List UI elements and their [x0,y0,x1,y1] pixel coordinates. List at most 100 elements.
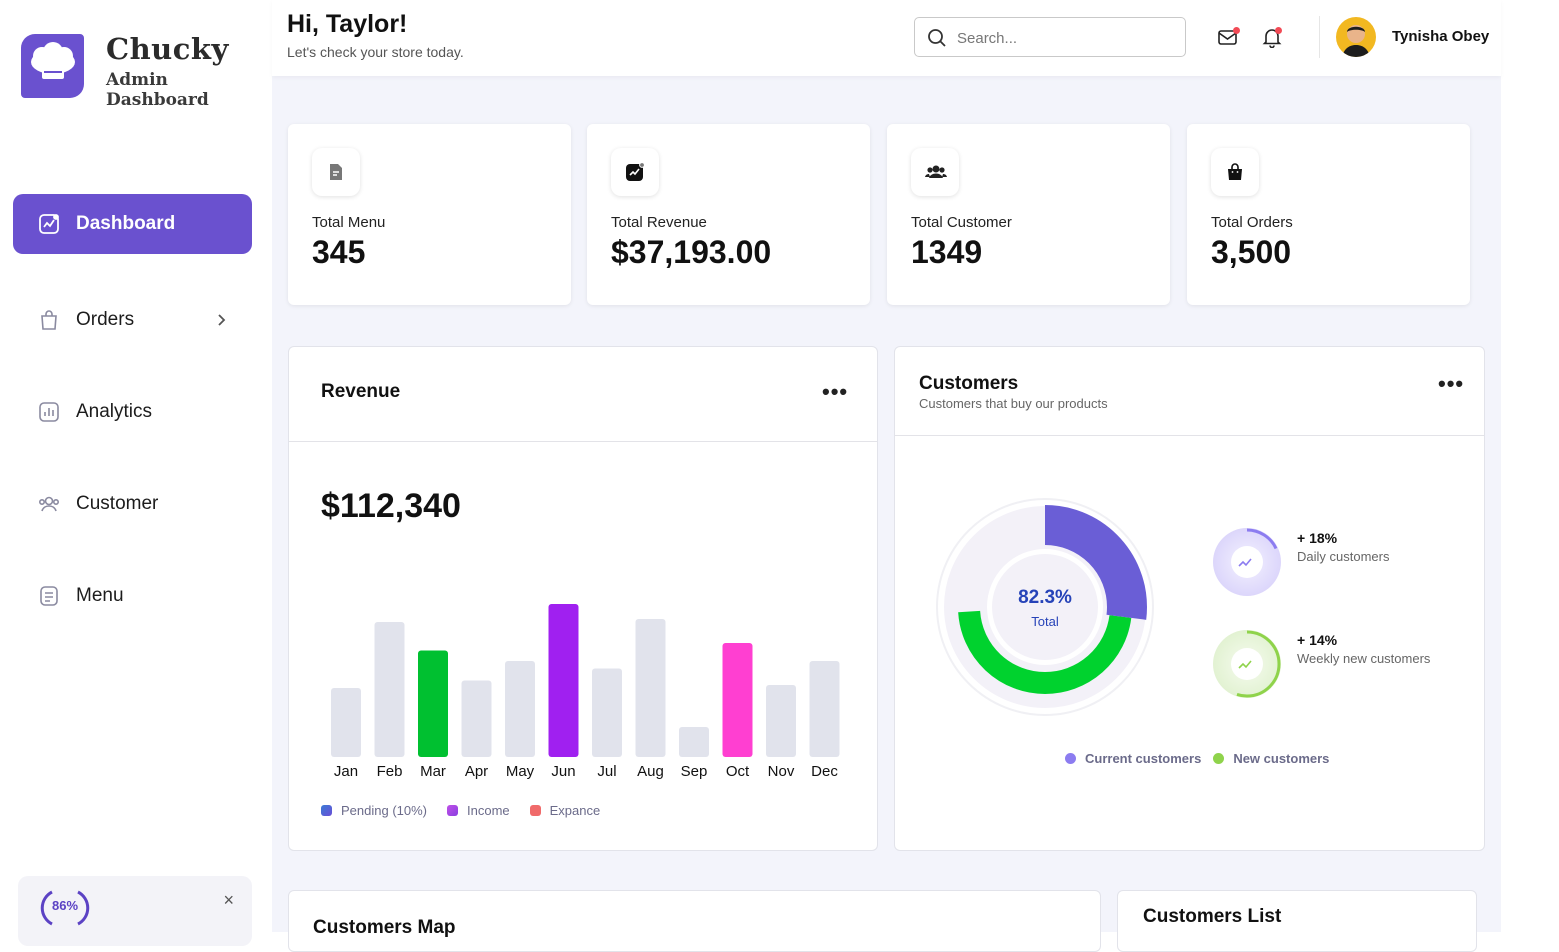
more-options-icon[interactable]: ••• [822,381,848,403]
stat-value: 3,500 [1211,234,1292,270]
stat-card-total-customer: Total Customer 1349 [887,124,1170,305]
shopping-bag-icon [1211,148,1259,196]
stat-card-total-menu: Total Menu 345 [288,124,571,305]
sidebar-item-label: Orders [76,309,135,330]
more-options-icon[interactable]: ••• [1438,373,1464,395]
sidebar-item-orders[interactable]: Orders [13,290,252,350]
customers-subtitle: Customers that buy our products [919,396,1108,411]
revenue-legend: Pending (10%) Income Expance [321,803,620,818]
stat-value: 345 [312,234,366,270]
legend-label: Pending (10%) [341,803,427,818]
revenue-panel: Revenue ••• $112,340 Jan Feb Mar Apr May Jun J… [288,346,878,851]
daily-customers-label: Daily customers [1297,549,1390,564]
legend-dot [1213,753,1225,764]
top-bar: Hi, Taylor! Let's check your store today… [272,0,1501,76]
revenue-icon [611,148,659,196]
legend-swatch [447,805,458,816]
donut-label: Total [1031,614,1059,629]
sidebar-item-menu[interactable]: Menu [13,566,252,626]
x-tick-label: Nov [768,763,795,780]
x-tick-label: Jul [597,763,616,780]
bar-dec [809,661,840,757]
bar-oct [722,643,753,757]
legend-label: Current customers [1085,751,1202,766]
close-icon[interactable]: × [223,890,234,911]
customers-map-panel: Customers Map [288,890,1101,952]
chevron-right-icon [218,314,226,326]
divider [895,435,1484,436]
sidebar: Chucky Admin Dashboard Dashboard Orders … [0,0,272,946]
legend-label: Expance [549,803,601,818]
brand-subtitle: Admin Dashboard [106,70,209,110]
notification-dot [1233,27,1240,34]
search-icon [928,29,946,47]
sidebar-item-customer[interactable]: Customer [13,474,252,534]
x-tick-label: Jan [334,763,358,780]
bar-may [505,661,535,757]
chef-hat-logo-icon [21,34,84,98]
revenue-bar-chart: Jan Feb Mar Apr May Jun Jul Aug Sep Oct Nov Dec [331,604,840,780]
donut-center: 82.3% Total [935,587,1155,629]
right-margin [1501,0,1559,932]
customers-map-title: Customers Map [313,917,456,938]
bar-jan [331,688,361,757]
search-input[interactable] [955,26,1179,50]
sidebar-item-label: Customer [76,493,159,514]
legend-item-pending: Pending (10%) [321,803,427,818]
bar-jun [548,604,579,757]
stat-label: Total Orders [1211,214,1293,231]
x-tick-label: Sep [681,763,708,780]
customers-legend: Current customers New customers [1065,751,1341,766]
customers-list-panel: Customers List [1117,890,1477,952]
x-tick-label: Oct [726,763,750,780]
bar-feb [374,622,405,757]
legend-swatch [321,805,332,816]
greeting-subtitle: Let's check your store today. [287,44,464,60]
users-icon [38,496,59,512]
legend-dot [1065,753,1076,764]
divider [1319,16,1320,58]
bar-aug [635,619,666,757]
stat-value: $37,193.00 [611,234,772,270]
sidebar-item-label: Dashboard [76,213,176,234]
bar-jul [592,668,622,757]
sidebar-item-label: Analytics [76,401,153,422]
analytics-icon [39,402,59,422]
stat-label: Total Menu [312,214,386,231]
x-tick-label: Dec [811,763,838,780]
customers-panel: Customers Customers that buy our product… [894,346,1485,851]
x-tick-label: Jun [551,763,575,780]
customers-donut-chart: 82.3% Total [935,497,1155,717]
daily-customers-value: + 18% [1297,530,1338,546]
customers-list-title: Customers List [1143,906,1282,927]
chart-icon [39,214,59,234]
legend-label: New customers [1233,751,1330,766]
stat-card-total-orders: Total Orders 3,500 [1187,124,1470,305]
stat-card-total-revenue: Total Revenue $37,193.00 [587,124,870,305]
bar-nov [766,685,796,757]
mail-icon[interactable] [1217,26,1240,48]
legend-item-expance: Expance [529,803,601,818]
notification-dot [1275,27,1282,34]
legend-label: Income [467,803,510,818]
x-tick-label: Apr [465,763,488,780]
x-tick-label: Feb [377,763,403,780]
weekly-customers-value: + 14% [1297,632,1338,648]
legend-item-current: Current customers [1065,751,1201,766]
legend-item-new: New customers [1213,751,1329,766]
weekly-customers-label: Weekly new customers [1297,651,1431,666]
greeting: Hi, Taylor! [287,10,408,38]
document-icon [40,586,58,606]
legend-item-income: Income [447,803,510,818]
stat-label: Total Customer [911,214,1012,231]
avatar[interactable] [1336,17,1376,57]
file-icon [312,148,360,196]
sidebar-item-dashboard[interactable]: Dashboard [13,194,252,254]
search-box [914,17,1186,57]
bell-icon[interactable] [1261,26,1283,49]
legend-swatch [529,805,541,816]
sidebar-item-analytics[interactable]: Analytics [13,382,252,442]
brand-name: Chucky [106,32,229,66]
revenue-amount: $112,340 [321,487,461,525]
x-tick-label: Aug [637,763,664,780]
